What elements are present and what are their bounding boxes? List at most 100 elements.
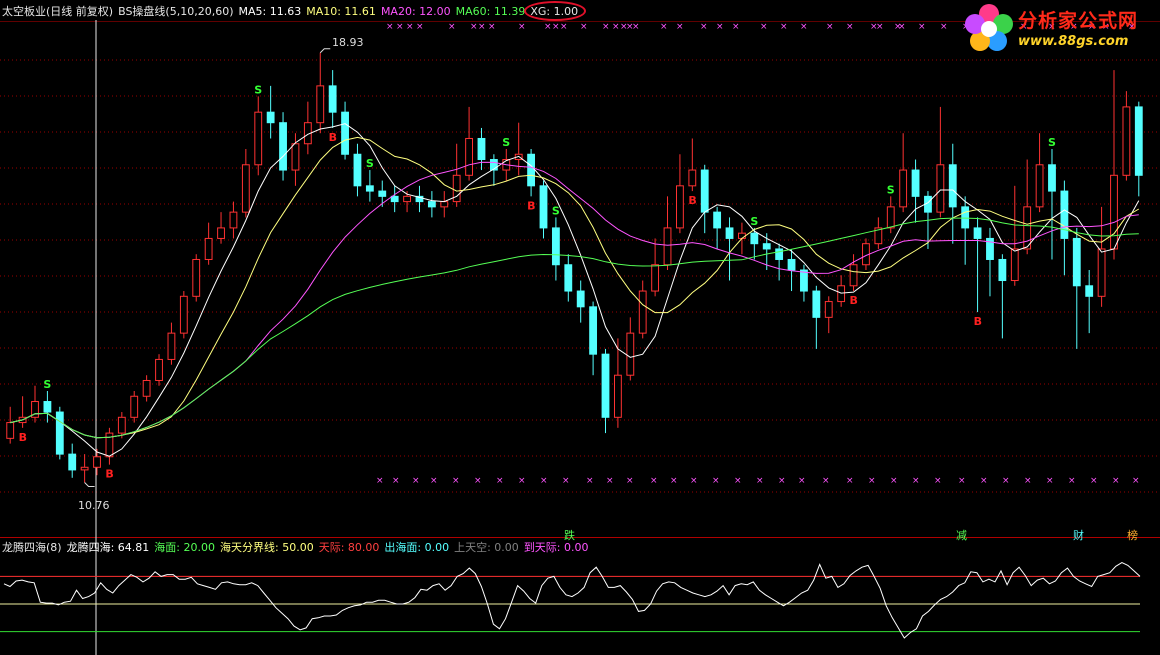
cross-mark: × (898, 22, 906, 32)
ma20-value: MA20: 12.00 (380, 5, 451, 18)
ma60-line (10, 217, 1139, 439)
candle-body (638, 290, 647, 334)
candle-body (1035, 164, 1044, 208)
cross-mark: × (470, 22, 478, 32)
cross-mark: × (496, 476, 504, 486)
candle-body (241, 164, 250, 213)
buy-signal: B (105, 468, 113, 481)
event-tag-bang[interactable]: 榜 (1127, 527, 1138, 543)
cross-mark: × (406, 22, 414, 32)
candle-body (626, 332, 635, 376)
cross-mark: × (650, 476, 658, 486)
candle-body (390, 195, 399, 203)
buy-signal: B (974, 315, 982, 328)
cross-mark: × (518, 476, 526, 486)
candles (6, 52, 1143, 483)
candle-body (80, 466, 89, 471)
cross-mark: × (670, 476, 678, 486)
cross-mark: × (386, 22, 394, 32)
sub-header: 龙腾四海(8) 龙腾四海: 64.81 海面: 20.00 海天分界线: 50.00 天… (2, 541, 594, 555)
cross-mark: × (676, 22, 684, 32)
cross-mark: × (778, 476, 786, 486)
cross-mark: × (544, 22, 552, 32)
tianji-value: 天际: 80.00 (318, 541, 380, 554)
candle-body (403, 195, 411, 203)
candle-body (787, 258, 796, 271)
cross-mark: × (890, 476, 898, 486)
sell-signal: S (43, 378, 51, 391)
candle-body (254, 111, 263, 166)
cross-mark: × (1112, 476, 1120, 486)
candle-body (1085, 285, 1094, 297)
candle-body (1110, 174, 1118, 250)
low-leader (84, 482, 95, 488)
event-tag-cai[interactable]: 财 (1073, 527, 1084, 543)
watermark: 分析家公式网 www.88gs.com (962, 0, 1160, 56)
moving-averages (10, 123, 1140, 457)
candle-body (328, 85, 337, 113)
candle-body (899, 169, 908, 208)
candle-body (676, 185, 684, 229)
cross-mark: × (452, 476, 460, 486)
buy-signal: B (688, 194, 696, 207)
candle-body (824, 301, 833, 318)
cross-mark: × (798, 476, 806, 486)
candle-body (551, 227, 560, 266)
high-price-label: 18.93 (332, 36, 364, 49)
grid-lines (0, 21, 1160, 538)
ma5-value: MA5: 11.63 (238, 5, 302, 18)
cross-mark: × (586, 476, 594, 486)
candle-body (849, 264, 858, 287)
cross-mark: × (934, 476, 942, 486)
fenjie-value: 海天分界线: 50.00 (220, 541, 314, 554)
cross-mark: × (716, 22, 724, 32)
cross-mark: × (734, 476, 742, 486)
cross-mark: × (626, 476, 634, 486)
candle-body (192, 258, 201, 297)
cross-mark: × (478, 22, 486, 32)
indicator-name[interactable]: BS操盘线(5,10,20,60) (118, 5, 233, 18)
event-tag-jian[interactable]: 减 (956, 527, 967, 543)
candle-body (6, 422, 15, 439)
flower-logo-icon (965, 4, 1013, 51)
candle-body (762, 243, 771, 250)
candle-body (1048, 164, 1056, 192)
cross-mark: × (800, 22, 808, 32)
cross-mark: × (602, 22, 610, 32)
candle-body (948, 164, 957, 208)
candle-body (688, 169, 697, 187)
cross-mark: × (1090, 476, 1098, 486)
sub-title[interactable]: 龙腾四海(8) (2, 541, 62, 554)
candle-body (812, 290, 821, 318)
cross-mark: × (396, 22, 404, 32)
cross-mark: × (1046, 476, 1054, 486)
sell-signal: S (887, 183, 895, 196)
low-price-label: 10.76 (78, 499, 110, 512)
cross-mark: × (1132, 476, 1140, 486)
cross-mark: × (826, 22, 834, 32)
candle-body (465, 137, 473, 176)
candle-body (55, 411, 64, 455)
candle-body (68, 453, 77, 471)
cross-mark: × (416, 22, 424, 32)
sell-signal: S (552, 204, 560, 217)
candle-body (564, 264, 573, 292)
candle-body (527, 153, 536, 187)
candle-body (936, 164, 945, 213)
ma10-value: MA10: 11.61 (306, 5, 376, 18)
candle-body (1023, 206, 1032, 250)
candle-body (291, 143, 300, 171)
candle-body (651, 264, 660, 292)
stock-title[interactable]: 太空板业(日线 前复权) (2, 5, 113, 18)
candle-body (998, 258, 1007, 282)
cross-mark: × (700, 22, 708, 32)
cross-mark: × (448, 22, 456, 32)
xg-highlight-ring (524, 1, 586, 21)
cross-mark: × (632, 22, 640, 32)
kline-chart[interactable]: BBBB BBBSSSSSSSS× × × × × × × × × × × × × × × ××× × × × × × × ×… (0, 0, 1160, 655)
cross-mark: × (846, 22, 854, 32)
candle-body (43, 401, 52, 413)
cross-mark: × (1068, 476, 1076, 486)
cross-mark: × (474, 476, 482, 486)
candle-body (117, 416, 126, 434)
